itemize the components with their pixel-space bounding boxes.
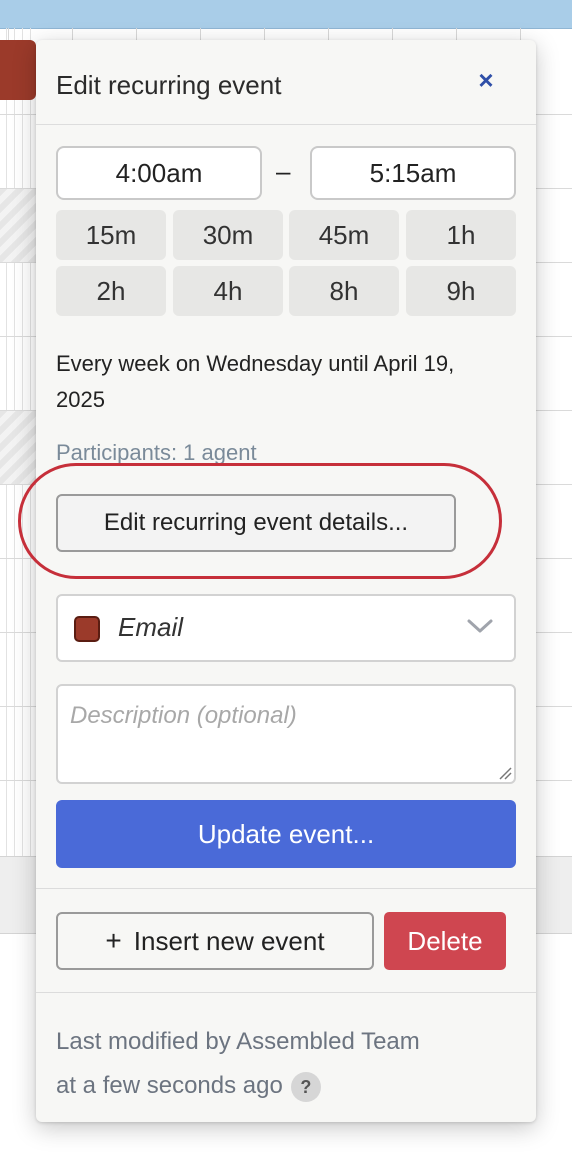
time-separator: –	[276, 156, 291, 186]
insert-new-event-label: Insert new event	[133, 926, 325, 956]
recurrence-summary: Every week on Wednesday until April 19, …	[56, 351, 455, 412]
popover-title: Edit recurring event	[56, 70, 282, 100]
duration-15m-button[interactable]: 15m	[56, 210, 166, 260]
participants-label: Participants: 1 agent	[56, 440, 257, 465]
duration-2h-button[interactable]: 2h	[56, 266, 166, 316]
duration-4h-button[interactable]: 4h	[173, 266, 283, 316]
calendar-unavailable-block	[0, 410, 36, 484]
resize-grip-icon[interactable]	[498, 766, 512, 780]
insert-new-event-button[interactable]: + Insert new event	[56, 912, 374, 970]
popover-header: Edit recurring event ×	[36, 40, 536, 125]
help-icon[interactable]: ?	[290, 1071, 321, 1102]
calendar-unavailable-block	[0, 188, 36, 262]
duration-9h-button[interactable]: 9h	[406, 266, 516, 316]
update-event-button[interactable]: Update event...	[56, 800, 516, 868]
end-time-input[interactable]: 5:15am	[310, 146, 516, 200]
start-time-input[interactable]: 4:00am	[56, 146, 262, 200]
duration-1h-button[interactable]: 1h	[406, 210, 516, 260]
edit-recurring-details-button[interactable]: Edit recurring event details...	[56, 494, 456, 552]
calendar-event-chip[interactable]	[0, 40, 36, 100]
category-select[interactable]: Email	[56, 594, 516, 662]
edit-event-popover: Edit recurring event × 4:00am – 5:15am 1…	[36, 40, 536, 1122]
category-label: Email	[118, 612, 184, 642]
chevron-down-icon	[467, 619, 493, 633]
last-modified-time: at a few seconds ago	[56, 1072, 283, 1099]
duration-8h-button[interactable]: 8h	[289, 266, 399, 316]
section-divider	[36, 888, 536, 889]
last-modified-info: Last modified by Assembled Team at a few…	[56, 1020, 516, 1108]
description-input[interactable]: Description (optional)	[56, 684, 516, 784]
section-divider	[36, 992, 536, 993]
duration-45m-button[interactable]: 45m	[289, 210, 399, 260]
close-icon[interactable]: ×	[472, 66, 500, 94]
description-placeholder: Description (optional)	[70, 702, 297, 729]
calendar-header-bar	[0, 0, 572, 29]
last-modified-line: Last modified by Assembled Team	[56, 1028, 420, 1055]
category-color-swatch	[74, 616, 100, 642]
duration-30m-button[interactable]: 30m	[173, 210, 283, 260]
plus-icon: +	[105, 925, 122, 956]
delete-button[interactable]: Delete	[384, 912, 506, 970]
